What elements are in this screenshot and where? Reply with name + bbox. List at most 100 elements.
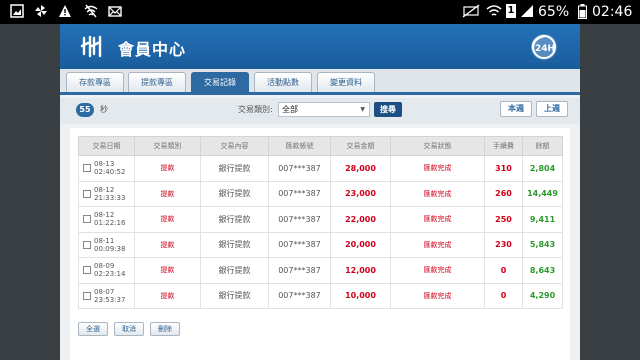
date-cell: 08-13 02:40:52: [78, 155, 135, 182]
row-status: 匯款完成: [390, 155, 485, 182]
row-amount: 22,000: [330, 206, 391, 233]
row-content: 銀行提款: [200, 180, 269, 207]
col-header-status[interactable]: 交易狀態: [390, 136, 485, 156]
row-fee: 230: [484, 231, 523, 258]
tab-transactions[interactable]: 交易記錄: [191, 72, 249, 92]
row-amount: 20,000: [330, 231, 391, 258]
row-time: 01:22:16: [94, 219, 126, 228]
this-week-button[interactable]: 本週: [500, 101, 532, 117]
row-date: 08-09: [94, 262, 115, 271]
date-time: 08-11 00:09:38: [94, 237, 125, 253]
brand-logo-icon: [80, 34, 106, 60]
row-date: 08-12: [94, 211, 115, 220]
date-time: 08-13 02:40:52: [94, 160, 125, 176]
clock: 02:46: [592, 4, 633, 20]
row-status: 匯款完成: [390, 257, 485, 284]
type-filter-label: 交易類別:: [238, 105, 273, 114]
col-header-type[interactable]: 交易類別: [134, 136, 201, 156]
row-time: 21:33:33: [94, 193, 126, 202]
row-date: 08-07: [94, 287, 115, 296]
date-time: 08-07 23:53:37: [94, 288, 125, 304]
table-row: 08-11 00:09:38 提款 銀行提款 007***387 20,000 匯…: [78, 231, 563, 258]
battery-percent: 65%: [538, 4, 570, 20]
tab-withdraw[interactable]: 提款專區: [128, 72, 186, 92]
row-type: 提款: [134, 155, 201, 182]
row-content: 銀行提款: [200, 282, 269, 309]
table-row: 08-12 21:33:33 提款 銀行提款 007***387 23,000 匯…: [78, 180, 563, 207]
cancel-button[interactable]: 取消: [114, 322, 144, 336]
page-title: 會員中心: [118, 40, 187, 59]
row-account: 007***387: [268, 206, 331, 233]
table-row: 08-13 02:40:52 提款 銀行提款 007***387 28,000 匯…: [78, 155, 563, 182]
row-checkbox[interactable]: [83, 266, 91, 275]
mute-icon: [462, 4, 480, 20]
col-header-account[interactable]: 匯款帳號: [268, 136, 331, 156]
col-header-content[interactable]: 交易內容: [200, 136, 269, 156]
support-24h-icon[interactable]: 24H: [528, 31, 560, 63]
wifi-off-icon: [84, 4, 98, 20]
row-account: 007***387: [268, 257, 331, 284]
search-button[interactable]: 搜尋: [374, 102, 402, 117]
table-row: 08-07 23:53:37 提款 銀行提款 007***387 10,000 匯…: [78, 282, 563, 309]
member-center-app: 會員中心 24H 存款專區 提款專區 交易記錄 活動點數 變更資料 55 秒 交…: [60, 24, 580, 360]
row-fee: 310: [484, 155, 523, 182]
row-fee: 0: [484, 257, 523, 284]
select-all-button[interactable]: 全選: [78, 322, 108, 336]
row-fee: 250: [484, 206, 523, 233]
date-time: 08-09 02:23:14: [94, 262, 125, 278]
row-amount: 10,000: [330, 282, 391, 309]
main-tabs: 存款專區 提款專區 交易記錄 活動點數 變更資料: [60, 69, 580, 95]
col-header-fee[interactable]: 手續費: [484, 136, 523, 156]
type-filter-value: 全部: [282, 105, 298, 114]
right-margin: [580, 24, 640, 360]
row-fee: 260: [484, 180, 523, 207]
battery-icon: [578, 4, 587, 20]
row-content: 銀行提款: [200, 257, 269, 284]
app-header: 會員中心 24H: [60, 24, 580, 69]
col-header-amount[interactable]: 交易金額: [330, 136, 391, 156]
row-status: 匯款完成: [390, 206, 485, 233]
android-status-bar: 1 65% 02:46: [0, 0, 640, 24]
row-type: 提款: [134, 231, 201, 258]
date-cell: 08-11 00:09:38: [78, 231, 135, 258]
transactions-table: 交易日期 交易類別 交易內容 匯款帳號 交易金額 交易狀態 手續費 餘額 08-…: [78, 136, 563, 309]
col-header-date[interactable]: 交易日期: [78, 136, 135, 156]
row-date: 08-13: [94, 160, 115, 169]
timer-unit: 秒: [100, 105, 108, 114]
row-content: 銀行提款: [200, 206, 269, 233]
row-checkbox[interactable]: [83, 164, 91, 173]
row-content: 銀行提款: [200, 231, 269, 258]
row-checkbox[interactable]: [83, 215, 91, 224]
row-status: 匯款完成: [390, 231, 485, 258]
refresh-timer-badge: 55: [76, 103, 94, 117]
row-checkbox[interactable]: [83, 240, 91, 249]
row-account: 007***387: [268, 180, 331, 207]
row-checkbox[interactable]: [83, 291, 91, 300]
pinwheel-icon: [34, 4, 48, 20]
warning-icon: [58, 4, 72, 20]
row-date: 08-11: [94, 236, 115, 245]
tab-deposit[interactable]: 存款專區: [66, 72, 124, 92]
row-amount: 28,000: [330, 155, 391, 182]
chevron-down-icon: ▼: [360, 106, 365, 113]
support-badge: 24H: [535, 44, 555, 54]
row-content: 銀行提款: [200, 155, 269, 182]
delete-button[interactable]: 刪除: [150, 322, 180, 336]
row-time: 00:09:38: [94, 244, 126, 253]
row-checkbox[interactable]: [83, 189, 91, 198]
row-type: 提款: [134, 257, 201, 284]
tab-profile[interactable]: 變更資料: [317, 72, 375, 92]
row-amount: 23,000: [330, 180, 391, 207]
last-week-button[interactable]: 上週: [536, 101, 568, 117]
row-time: 23:53:37: [94, 295, 126, 304]
type-filter-select[interactable]: 全部 ▼: [278, 102, 370, 117]
left-margin: [0, 24, 60, 360]
table-row: 08-09 02:23:14 提款 銀行提款 007***387 12,000 匯…: [78, 257, 563, 284]
date-cell: 08-09 02:23:14: [78, 257, 135, 284]
row-account: 007***387: [268, 231, 331, 258]
col-header-balance[interactable]: 餘額: [522, 136, 563, 156]
date-time: 08-12 01:22:16: [94, 211, 125, 227]
tab-activity-points[interactable]: 活動點數: [254, 72, 312, 92]
row-account: 007***387: [268, 155, 331, 182]
row-amount: 12,000: [330, 257, 391, 284]
